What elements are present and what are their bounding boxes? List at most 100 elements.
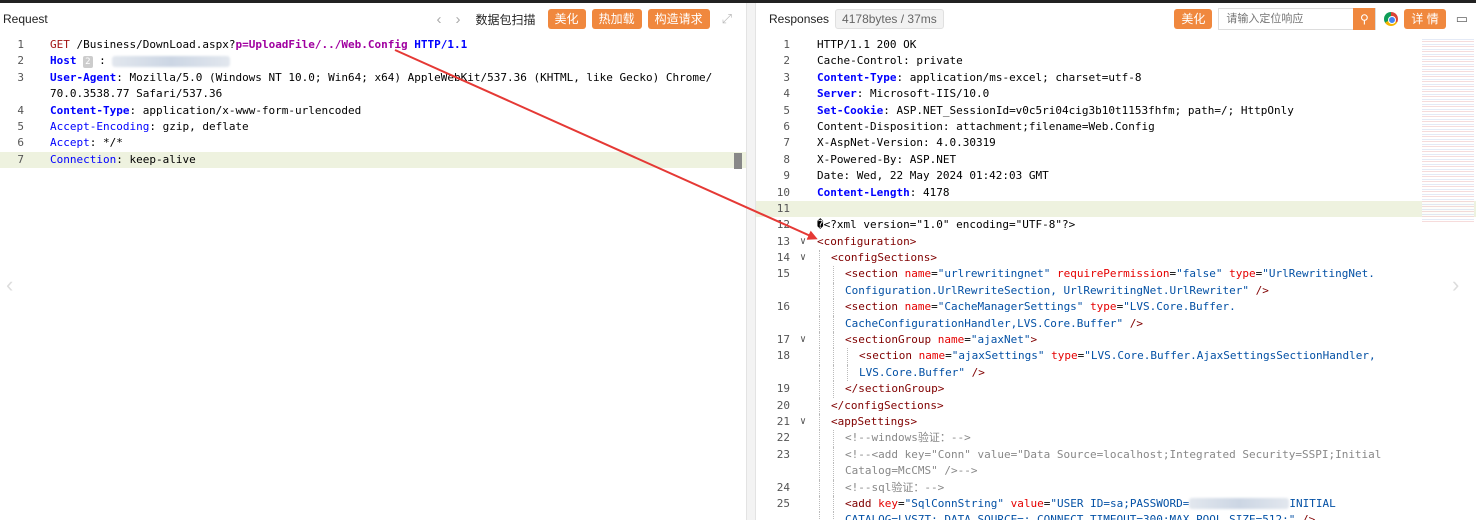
editor-cursor [734, 153, 742, 169]
fold-chevron-icon[interactable]: ∨ [800, 414, 806, 430]
indent-guide [819, 364, 820, 382]
indent-guide [833, 479, 834, 496]
line-text: <section name="CacheManagerSettings" typ… [845, 300, 1236, 314]
line-text: Host 2 : [50, 53, 231, 69]
response-editor[interactable]: 1 HTTP/1.1 200 OK 2 Cache-Control: private 3… [756, 37, 1476, 520]
indent-guide [833, 364, 834, 382]
code-line: 4 Content-Type: application/x-www-form-ur… [0, 103, 746, 119]
indent-guide [833, 315, 834, 333]
indent-guide [819, 463, 820, 480]
response-title: Responses [769, 12, 830, 26]
line-text: X-AspNet-Version: 4.0.30319 [817, 136, 996, 150]
indent-guide [819, 282, 820, 300]
response-search: ⚲ [1218, 8, 1377, 30]
line-text: <sectionGroup name="ajaxNet"> [845, 333, 1038, 347]
indent-guide [833, 381, 834, 398]
chevron-right-icon[interactable]: › [456, 11, 461, 28]
details-button[interactable]: 详 情 [1404, 9, 1446, 29]
line-text: <configSections> [831, 251, 937, 265]
code-line: LVS.Core.Buffer" /> [756, 364, 1476, 382]
line-number: 18 [776, 349, 790, 363]
indent-guide [819, 381, 820, 398]
code-line: 6 Accept: */* [0, 135, 746, 151]
hot-load-button[interactable]: 热加载 [591, 9, 642, 29]
code-line: 7 Connection: keep-alive [0, 151, 746, 169]
search-icon[interactable]: ⚲ [1353, 8, 1376, 30]
line-text: Accept-Encoding: gzip, deflate [50, 119, 249, 133]
request-editor[interactable]: 1 GET /Business/DownLoad.aspx?p=UploadFil… [0, 37, 746, 169]
fold-chevron-icon[interactable]: ∨ [800, 332, 806, 348]
line-text: Server: Microsoft-IIS/10.0 [817, 87, 990, 101]
line-text: <!--windows验证：--> [845, 431, 971, 445]
indent-guide [833, 266, 834, 283]
code-line: 18 <section name="ajaxSettings" type="LVS… [756, 348, 1476, 365]
line-number: 2 [17, 54, 24, 68]
line-text: <appSettings> [831, 414, 918, 428]
expand-icon[interactable]: ⤢ [722, 11, 732, 27]
code-line: 20 </configSections> [756, 397, 1476, 414]
line-number: 15 [776, 267, 790, 281]
line-text: <!--sql验证：--> [845, 480, 945, 494]
comment-icon[interactable]: ▭ [1456, 11, 1468, 27]
line-number: 3 [783, 70, 790, 84]
response-size-time: 4178bytes / 37ms [835, 9, 944, 29]
line-text: GET /Business/DownLoad.aspx?p=UploadFile… [50, 38, 468, 51]
line-text: �<?xml version="1.0" encoding="UTF-8"?> [817, 218, 1076, 232]
code-line: 1 HTTP/1.1 200 OK [756, 37, 1476, 53]
code-line: 21 ∨ <appSettings> [756, 413, 1476, 431]
panel-divider[interactable] [746, 3, 756, 520]
chevron-left-icon[interactable]: ‹ [437, 11, 442, 28]
code-line: 9 Date: Wed, 22 May 2024 01:42:03 GMT [756, 168, 1476, 184]
line-text: CacheConfigurationHandler,LVS.Core.Buffe… [845, 316, 1144, 330]
code-line: CacheConfigurationHandler,LVS.Core.Buffe… [756, 315, 1476, 333]
capture-scan-button[interactable]: 数据包扫描 [476, 11, 536, 28]
indent-guide [833, 299, 834, 316]
line-number: 9 [783, 169, 790, 183]
build-request-button[interactable]: 构造请求 [647, 9, 710, 29]
line-text: X-Powered-By: ASP.NET [817, 152, 957, 166]
code-line: 12 �<?xml version="1.0" encoding="UTF-8"?… [756, 217, 1476, 233]
line-number: 5 [17, 119, 24, 133]
code-line: CATALOG=LVS7T; DATA SOURCE=; CONNECT TIM… [756, 512, 1476, 520]
indent-guide [833, 495, 834, 513]
code-line: 16 <section name="CacheManagerSettings" t… [756, 299, 1476, 316]
fold-chevron-icon[interactable]: ∨ [800, 250, 806, 266]
chrome-icon[interactable] [1384, 12, 1399, 26]
response-header: Responses 4178bytes / 37ms 美化 ⚲ 详 情 ▭ [756, 3, 1476, 35]
indent-guide [833, 430, 834, 447]
code-minimap[interactable] [1422, 37, 1474, 222]
chevron-left-nav-icon[interactable]: ‹ [6, 272, 13, 298]
line-text: Accept: */* [50, 136, 123, 150]
request-panel: Request ‹ › 数据包扫描 美化 热加载 构造请求 ⤢ 1 GET /Bu… [0, 3, 746, 520]
line-text: <section name="ajaxSettings" type="LVS.C… [859, 349, 1376, 363]
line-number: 8 [783, 152, 790, 166]
line-number: 17 [776, 333, 790, 347]
line-text: 70.0.3538.77 Safari/537.36 [50, 87, 223, 101]
indent-guide [847, 364, 848, 382]
response-beautify-button[interactable]: 美化 [1174, 9, 1213, 29]
line-number: 20 [776, 398, 790, 412]
line-number: 13 [776, 234, 790, 248]
indent-guide [833, 446, 834, 464]
beautify-button[interactable]: 美化 [547, 9, 586, 29]
line-text: <!--<add key="Conn" value="Data Source=l… [845, 447, 1382, 461]
code-line: 70.0.3538.77 Safari/537.36 [0, 86, 746, 102]
indent-guide [819, 266, 820, 283]
request-header: Request ‹ › 数据包扫描 美化 热加载 构造请求 ⤢ [0, 3, 746, 35]
line-number: 19 [776, 382, 790, 396]
line-text: Cache-Control: private [817, 54, 963, 68]
code-line: 24 <!--sql验证：--> [756, 479, 1476, 496]
code-line: 5 Set-Cookie: ASP.NET_SessionId=v0c5ri04c… [756, 103, 1476, 119]
code-line: 15 <section name="urlrewritingnet" requir… [756, 266, 1476, 283]
code-line: Configuration.UrlRewriteSection, UrlRewr… [756, 282, 1476, 300]
fold-chevron-icon[interactable]: ∨ [800, 234, 806, 250]
indent-guide [833, 332, 834, 349]
indent-guide [833, 282, 834, 300]
code-line: 1 GET /Business/DownLoad.aspx?p=UploadFil… [0, 37, 746, 53]
indent-guide [819, 250, 820, 267]
line-text: Date: Wed, 22 May 2024 01:42:03 GMT [817, 169, 1049, 183]
line-number: 2 [783, 54, 790, 68]
chevron-right-nav-icon[interactable]: › [1452, 272, 1459, 298]
line-number: 6 [17, 136, 24, 150]
response-search-input[interactable] [1219, 9, 1354, 29]
